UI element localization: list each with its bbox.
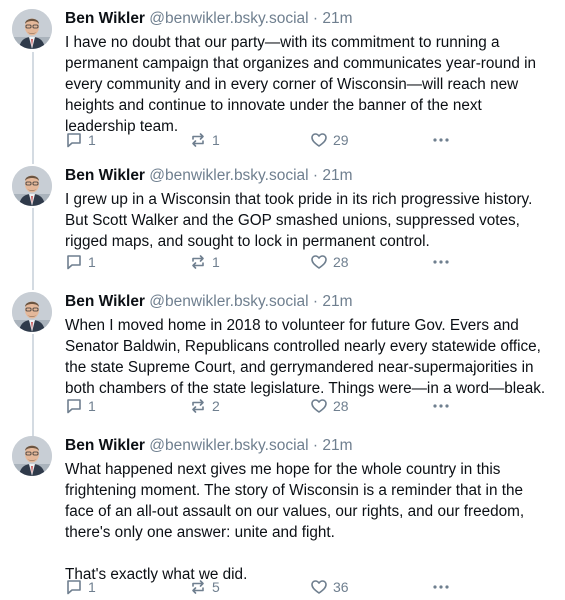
repost-button[interactable]: 5 xyxy=(189,577,220,597)
repost-button[interactable]: 1 xyxy=(189,130,220,150)
more-options-icon xyxy=(431,131,451,149)
post-time[interactable]: 21m xyxy=(322,10,352,27)
like-count: 36 xyxy=(333,579,349,595)
repost-count: 1 xyxy=(212,254,220,270)
repost-count: 1 xyxy=(212,132,220,148)
repost-icon xyxy=(189,397,207,415)
more-options-button[interactable] xyxy=(431,396,451,416)
avatar[interactable] xyxy=(12,436,52,476)
author-name[interactable]: Ben Wikler xyxy=(65,167,145,184)
post-time[interactable]: 21m xyxy=(322,293,352,310)
more-options-button[interactable] xyxy=(431,577,451,597)
thread-connector xyxy=(32,208,34,290)
reply-icon xyxy=(65,578,83,596)
separator: · xyxy=(312,293,319,310)
more-options-icon xyxy=(431,578,451,596)
thread-connector xyxy=(32,52,34,164)
author-name[interactable]: Ben Wikler xyxy=(65,10,145,27)
heart-icon xyxy=(310,397,328,415)
avatar[interactable] xyxy=(12,166,52,206)
more-options-icon xyxy=(431,397,451,415)
avatar[interactable] xyxy=(12,292,52,332)
more-options-button[interactable] xyxy=(431,252,451,272)
reply-count: 1 xyxy=(88,254,96,270)
repost-icon xyxy=(189,131,207,149)
more-options-button[interactable] xyxy=(431,130,451,150)
separator: · xyxy=(312,437,319,454)
post-text: I have no doubt that our party—with its … xyxy=(65,34,537,135)
reply-icon xyxy=(65,253,83,271)
heart-icon xyxy=(310,253,328,271)
repost-count: 5 xyxy=(212,579,220,595)
post-time[interactable]: 21m xyxy=(322,167,352,184)
post-header: Ben Wikler @benwikler.bsky.social · 21m xyxy=(65,436,551,456)
post-header: Ben Wikler @benwikler.bsky.social · 21m xyxy=(65,9,551,29)
repost-icon xyxy=(189,253,207,271)
post-actions: 1 1 28 xyxy=(65,252,565,272)
thread-feed: Ben Wikler @benwikler.bsky.social · 21m … xyxy=(0,0,565,600)
post-time[interactable]: 21m xyxy=(322,437,352,454)
author-handle[interactable]: @benwikler.bsky.social xyxy=(149,167,308,184)
post-actions: 1 1 29 xyxy=(65,130,565,150)
thread-connector xyxy=(32,334,34,438)
reply-count: 1 xyxy=(88,132,96,148)
like-button[interactable]: 36 xyxy=(310,577,349,597)
repost-count: 2 xyxy=(212,398,220,414)
reply-button[interactable]: 1 xyxy=(65,396,96,416)
repost-icon xyxy=(189,578,207,596)
repost-button[interactable]: 2 xyxy=(189,396,220,416)
repost-button[interactable]: 1 xyxy=(189,252,220,272)
like-count: 29 xyxy=(333,132,349,148)
reply-icon xyxy=(65,397,83,415)
like-button[interactable]: 28 xyxy=(310,396,349,416)
post-text: What happened next gives me hope for the… xyxy=(65,461,525,583)
post-text: I grew up in a Wisconsin that took pride… xyxy=(65,191,533,250)
author-name[interactable]: Ben Wikler xyxy=(65,293,145,310)
like-button[interactable]: 28 xyxy=(310,252,349,272)
heart-icon xyxy=(310,578,328,596)
reply-button[interactable]: 1 xyxy=(65,577,96,597)
post-header: Ben Wikler @benwikler.bsky.social · 21m xyxy=(65,292,551,312)
reply-count: 1 xyxy=(88,579,96,595)
reply-icon xyxy=(65,131,83,149)
separator: · xyxy=(312,167,319,184)
author-handle[interactable]: @benwikler.bsky.social xyxy=(149,293,308,310)
post-text: When I moved home in 2018 to volunteer f… xyxy=(65,317,546,397)
like-button[interactable]: 29 xyxy=(310,130,349,150)
more-options-icon xyxy=(431,253,451,271)
reply-count: 1 xyxy=(88,398,96,414)
avatar[interactable] xyxy=(12,9,52,49)
post-header: Ben Wikler @benwikler.bsky.social · 21m xyxy=(65,166,551,186)
post-actions: 1 5 36 xyxy=(65,577,565,597)
post-actions: 1 2 28 xyxy=(65,396,565,416)
separator: · xyxy=(312,10,319,27)
author-name[interactable]: Ben Wikler xyxy=(65,437,145,454)
like-count: 28 xyxy=(333,398,349,414)
reply-button[interactable]: 1 xyxy=(65,252,96,272)
like-count: 28 xyxy=(333,254,349,270)
author-handle[interactable]: @benwikler.bsky.social xyxy=(149,437,308,454)
author-handle[interactable]: @benwikler.bsky.social xyxy=(149,10,308,27)
heart-icon xyxy=(310,131,328,149)
reply-button[interactable]: 1 xyxy=(65,130,96,150)
